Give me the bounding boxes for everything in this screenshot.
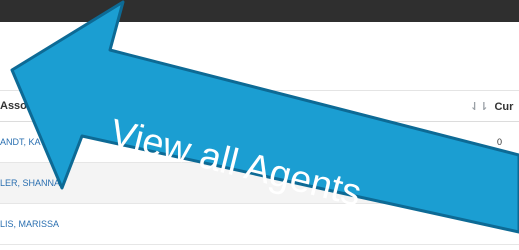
column-header-current-label: Cur xyxy=(494,101,514,113)
agent-name-link[interactable]: LIS, MARISSA xyxy=(0,219,59,229)
agent-count-value: 0 xyxy=(497,219,503,229)
agent-name-link[interactable]: ANDT, KA xyxy=(0,137,41,147)
page-header-area xyxy=(0,22,519,90)
table-header-row: Associ ⇃⇂ Cur xyxy=(0,90,519,122)
agent-name-link[interactable]: LER, SHANNA xyxy=(0,178,60,188)
sort-icon[interactable]: ⇃⇂ xyxy=(470,100,488,113)
column-header-current[interactable]: ⇃⇂ Cur xyxy=(470,100,513,113)
table-row: LIS, MARISSA 0 xyxy=(0,204,519,245)
column-header-association[interactable]: Associ xyxy=(0,100,36,112)
agent-count-value: 0 xyxy=(497,137,503,147)
top-navigation-bar xyxy=(0,0,519,22)
